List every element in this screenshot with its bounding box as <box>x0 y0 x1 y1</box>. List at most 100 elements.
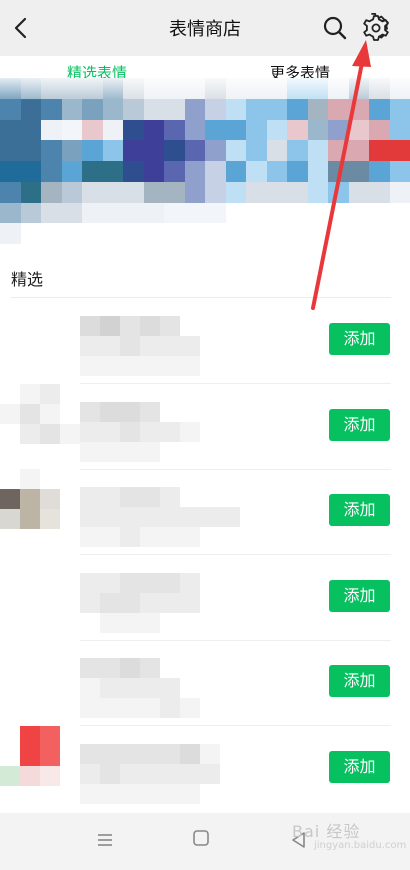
blur-cell <box>180 658 200 678</box>
blur-cell <box>40 358 60 378</box>
blur-cell <box>20 575 40 595</box>
mosaic-cell <box>123 161 144 182</box>
mosaic-cell <box>143 223 164 244</box>
blur-cell <box>0 404 20 424</box>
blur-cell <box>100 784 120 804</box>
blur-cell <box>20 424 40 444</box>
mosaic-cell <box>164 119 185 141</box>
settings-button[interactable] <box>361 12 391 43</box>
mosaic-cell <box>0 161 21 182</box>
blur-cell <box>40 338 60 358</box>
blur-cell <box>20 404 40 424</box>
blur-cell <box>60 404 80 424</box>
blur-cell <box>180 573 200 593</box>
blur-cell <box>180 422 200 442</box>
sticker-thumbnail[interactable] <box>0 298 80 378</box>
mosaic-cell <box>389 140 410 161</box>
search-button[interactable] <box>321 14 349 42</box>
blur-cell <box>180 764 200 784</box>
blur-cell <box>180 784 200 804</box>
add-button[interactable]: 添加 <box>329 323 390 355</box>
blur-cell <box>140 613 160 633</box>
mosaic-cell <box>184 181 205 203</box>
blur-cell <box>60 469 80 489</box>
blur-cell <box>120 698 140 718</box>
blur-cell <box>200 744 220 764</box>
mosaic-cell <box>369 98 390 120</box>
mosaic-cell <box>328 202 349 224</box>
blur-cell <box>220 507 240 527</box>
blur-cell <box>120 422 140 442</box>
blur-cell <box>80 658 100 678</box>
blur-cell <box>140 784 160 804</box>
blur-cell <box>140 658 160 678</box>
blur-cell <box>20 318 40 338</box>
add-button[interactable]: 添加 <box>329 751 390 783</box>
sticker-thumbnail[interactable] <box>0 640 80 720</box>
mosaic-cell <box>61 140 82 161</box>
mosaic-cell <box>41 223 62 244</box>
blur-cell <box>220 613 240 633</box>
mosaic-cell <box>205 140 226 161</box>
blur-cell <box>20 509 40 529</box>
mosaic-cell <box>20 119 41 141</box>
mosaic-cell <box>307 98 328 120</box>
add-button[interactable]: 添加 <box>329 409 390 441</box>
blur-cell <box>140 507 160 527</box>
sticker-thumbnail[interactable] <box>0 726 80 806</box>
nav-menu-button[interactable] <box>95 830 115 850</box>
blur-cell <box>100 442 120 462</box>
blur-cell <box>60 746 80 766</box>
menu-icon <box>98 834 112 846</box>
blur-cell <box>20 615 40 635</box>
mosaic-cell <box>102 181 123 203</box>
blur-cell <box>220 527 240 547</box>
add-button[interactable]: 添加 <box>329 580 390 612</box>
blur-cell <box>60 318 80 338</box>
featured-banner[interactable] <box>0 78 410 244</box>
blur-cell <box>20 298 40 318</box>
blur-cell <box>200 573 220 593</box>
mosaic-cell <box>348 202 369 224</box>
blur-cell <box>20 726 40 746</box>
blur-cell <box>0 615 20 635</box>
add-button[interactable]: 添加 <box>329 665 390 697</box>
mosaic-cell <box>328 181 349 203</box>
add-button[interactable]: 添加 <box>329 494 390 526</box>
blur-cell <box>80 764 100 784</box>
list-item: 添加 <box>0 469 410 555</box>
mosaic-cell <box>287 181 308 203</box>
blur-cell <box>100 573 120 593</box>
mosaic-cell <box>328 119 349 141</box>
blur-cell <box>200 356 220 376</box>
mosaic-cell <box>246 181 267 203</box>
blur-cell <box>20 469 40 489</box>
mosaic-cell <box>266 119 287 141</box>
blur-cell <box>20 680 40 700</box>
sticker-thumbnail[interactable] <box>0 469 80 549</box>
blur-cell <box>220 422 240 442</box>
mosaic-cell <box>369 140 390 161</box>
mosaic-cell <box>205 181 226 203</box>
sticker-thumbnail[interactable] <box>0 555 80 635</box>
blur-cell <box>120 678 140 698</box>
mosaic-cell <box>389 223 410 244</box>
blur-cell <box>140 402 160 422</box>
nav-home-button[interactable] <box>192 829 210 847</box>
blur-cell <box>20 384 40 404</box>
blur-cell <box>100 402 120 422</box>
blur-cell <box>20 444 40 464</box>
blur-cell <box>180 402 200 422</box>
blur-cell <box>100 487 120 507</box>
mosaic-cell <box>205 98 226 120</box>
blur-cell <box>0 680 20 700</box>
mosaic-cell <box>287 223 308 244</box>
blur-cell <box>140 573 160 593</box>
mosaic-cell <box>348 98 369 120</box>
blur-cell <box>100 316 120 336</box>
mosaic-cell <box>102 223 123 244</box>
mosaic-cell <box>246 161 267 182</box>
sticker-thumbnail[interactable] <box>0 384 80 464</box>
mosaic-cell <box>164 140 185 161</box>
blur-cell <box>80 784 100 804</box>
